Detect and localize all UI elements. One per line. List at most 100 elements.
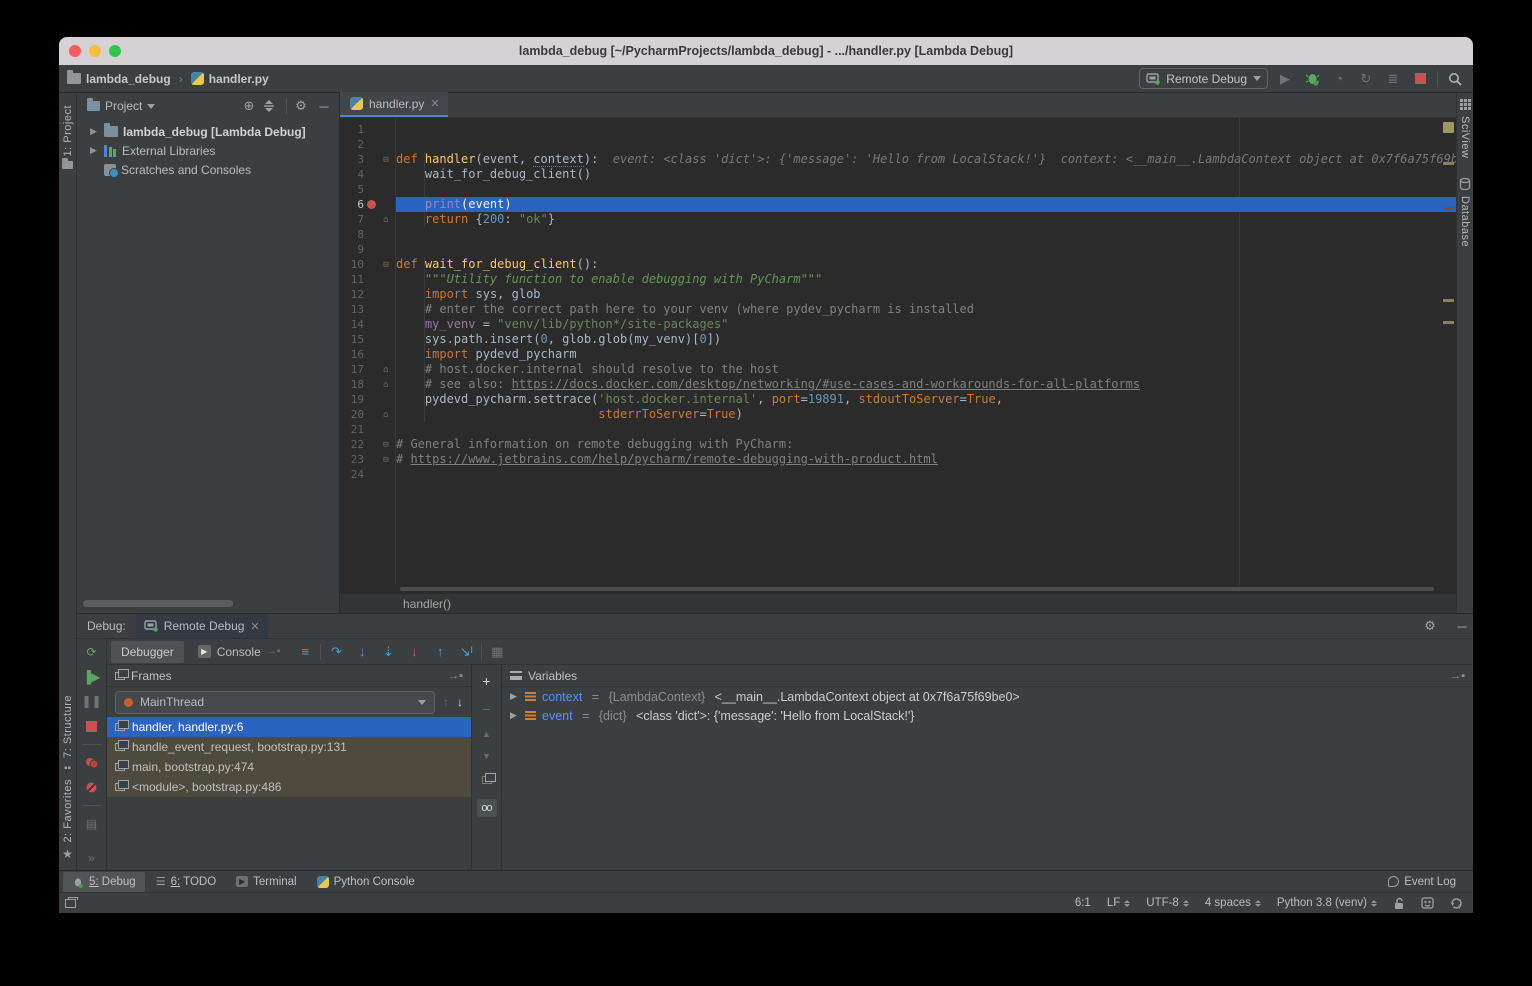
fold-marker-icon[interactable]: ⌂: [379, 410, 393, 420]
stop-button[interactable]: [83, 718, 101, 734]
move-down-button[interactable]: ▼: [482, 751, 491, 761]
close-window-button[interactable]: [69, 45, 81, 57]
run-configuration-select[interactable]: Remote Debug: [1139, 68, 1268, 89]
tab-console[interactable]: ▶ Console →▪: [188, 641, 291, 663]
run-with-config-button[interactable]: ≣: [1383, 69, 1403, 89]
event-log-button[interactable]: Event Log: [1379, 872, 1465, 892]
tree-item[interactable]: ▶lambda_debug [Lambda Debug]: [77, 122, 339, 141]
toggle-toolwindows-icon[interactable]: [65, 899, 76, 908]
pause-button[interactable]: ❚❚: [83, 694, 101, 710]
tool-window-todo[interactable]: ☰ 6: TODO: [147, 872, 225, 892]
debug-button[interactable]: [1302, 69, 1322, 89]
breadcrumb-file[interactable]: handler.py: [209, 72, 269, 86]
stack-frame-row[interactable]: <module>, bootstrap.py:486: [107, 777, 471, 797]
project-horizontal-scrollbar[interactable]: [83, 600, 233, 607]
editor-gutter[interactable]: 123⊟4567⌂8910⊟11121314151617⌂18⌂1920⌂212…: [340, 118, 396, 585]
profile-button[interactable]: ◔: [1329, 69, 1349, 89]
expand-arrow-icon[interactable]: ▶: [510, 710, 519, 721]
tool-window-terminal[interactable]: ▶ Terminal: [227, 872, 305, 892]
minimize-window-button[interactable]: [89, 45, 101, 57]
close-icon[interactable]: ✕: [430, 97, 439, 110]
encoding-select[interactable]: UTF-8: [1146, 897, 1189, 909]
remove-watch-button[interactable]: −: [482, 701, 490, 717]
duplicate-watch-button[interactable]: [482, 773, 492, 787]
view-as-table-button[interactable]: ▦: [486, 644, 508, 660]
breadcrumb[interactable]: lambda_debug › handler.py: [67, 72, 269, 86]
force-step-into-button[interactable]: ↓: [403, 644, 425, 659]
fold-marker-icon[interactable]: ⊟: [379, 440, 393, 450]
run-to-cursor-button[interactable]: ↘ᴵ: [455, 644, 477, 660]
fold-marker-icon[interactable]: ⌂: [379, 215, 393, 225]
close-icon[interactable]: ✕: [250, 620, 259, 633]
fold-marker-icon[interactable]: ⊟: [379, 455, 393, 465]
editor-tab-handler[interactable]: handler.py ✕: [340, 92, 448, 117]
code-text[interactable]: def handler(event, context): event: <cla…: [396, 118, 1456, 585]
tool-tab-project[interactable]: 1: Project: [62, 105, 74, 156]
caret-position[interactable]: 6:1: [1075, 897, 1091, 909]
error-stripe[interactable]: [1441, 118, 1456, 585]
step-into-button[interactable]: ↓: [351, 644, 373, 659]
step-out-button[interactable]: ↑: [429, 644, 451, 659]
code-area[interactable]: 123⊟4567⌂8910⊟11121314151617⌂18⌂1920⌂212…: [340, 118, 1456, 585]
locate-file-button[interactable]: ⊕: [240, 98, 258, 114]
project-panel-title[interactable]: Project: [105, 99, 142, 113]
show-execution-point-button[interactable]: ≡: [294, 644, 316, 659]
collapse-all-button[interactable]: [263, 100, 281, 112]
jump-to-source-icon[interactable]: →▪: [448, 670, 463, 682]
next-frame-button[interactable]: ↓: [457, 695, 463, 709]
hide-panel-button[interactable]: ─: [315, 99, 333, 114]
mute-breakpoints-button[interactable]: [83, 780, 101, 796]
tree-item[interactable]: Scratches and Consoles: [77, 160, 339, 179]
resume-button[interactable]: ▐▶: [83, 669, 101, 685]
thread-select[interactable]: MainThread: [115, 691, 435, 714]
fold-marker-icon[interactable]: ⊟: [379, 260, 393, 270]
gear-icon[interactable]: ⚙: [1419, 618, 1441, 634]
run-button[interactable]: ▶: [1275, 69, 1295, 89]
breakpoint-icon[interactable]: [364, 200, 379, 209]
tree-item[interactable]: ▶External Libraries: [77, 141, 339, 160]
lock-icon[interactable]: [1393, 897, 1405, 910]
interpreter-select[interactable]: Python 3.8 (venv): [1277, 897, 1377, 909]
breadcrumb-project[interactable]: lambda_debug: [86, 72, 171, 86]
update-info-icon[interactable]: ?: [1450, 897, 1463, 910]
stack-frame-row[interactable]: main, bootstrap.py:474: [107, 757, 471, 777]
tool-tab-database[interactable]: Database: [1459, 196, 1471, 247]
tool-window-debug[interactable]: 5: Debug: [63, 872, 145, 892]
coverage-button[interactable]: ↻: [1356, 69, 1376, 89]
debug-session-tab[interactable]: Remote Debug ✕: [136, 614, 268, 638]
tool-tab-favorites[interactable]: 2: Favorites: [62, 779, 74, 842]
tab-debugger[interactable]: Debugger: [111, 641, 184, 663]
view-breakpoints-button[interactable]: [83, 755, 101, 771]
fold-marker-icon[interactable]: ⊟: [379, 155, 393, 165]
zoom-window-button[interactable]: [109, 45, 121, 57]
expand-arrow-icon[interactable]: ▶: [90, 145, 99, 156]
stack-frame-row[interactable]: handle_event_request, bootstrap.py:131: [107, 737, 471, 757]
tool-tab-structure[interactable]: 7: Structure: [62, 695, 74, 758]
indent-select[interactable]: 4 spaces: [1205, 897, 1261, 909]
variable-row[interactable]: ▶context = {LambdaContext} <__main__.Lam…: [502, 687, 1473, 706]
jump-to-source-icon[interactable]: →▪: [1450, 670, 1465, 682]
step-over-button[interactable]: ↷: [325, 644, 347, 660]
editor-breadcrumbs[interactable]: handler(): [340, 593, 1456, 613]
show-watches-button[interactable]: oo: [477, 799, 497, 817]
fold-marker-icon[interactable]: ⌂: [379, 380, 393, 390]
inspection-status-icon[interactable]: [1443, 122, 1454, 133]
tool-window-python-console[interactable]: Python Console: [308, 872, 424, 892]
restore-layout-button[interactable]: ▤: [83, 816, 101, 832]
theme-icon[interactable]: [1421, 897, 1434, 909]
more-options-button[interactable]: »: [83, 850, 101, 866]
move-up-button[interactable]: ▲: [482, 729, 491, 739]
search-everywhere-button[interactable]: [1445, 69, 1465, 89]
add-watch-button[interactable]: +: [482, 673, 490, 689]
expand-arrow-icon[interactable]: ▶: [90, 126, 99, 137]
gear-icon[interactable]: ⚙: [292, 98, 310, 114]
fold-marker-icon[interactable]: ⌂: [379, 365, 393, 375]
rerun-button[interactable]: ⟳: [83, 644, 101, 660]
stop-button[interactable]: [1410, 69, 1430, 89]
hide-panel-button[interactable]: ─: [1451, 619, 1473, 634]
step-into-my-code-button[interactable]: ⇣: [377, 644, 399, 660]
variable-row[interactable]: ▶event = {dict} <class 'dict'>: {'messag…: [502, 706, 1473, 725]
stack-frame-row[interactable]: handler, handler.py:6: [107, 717, 471, 737]
expand-arrow-icon[interactable]: ▶: [510, 691, 519, 702]
editor-horizontal-scrollbar[interactable]: [340, 585, 1456, 593]
